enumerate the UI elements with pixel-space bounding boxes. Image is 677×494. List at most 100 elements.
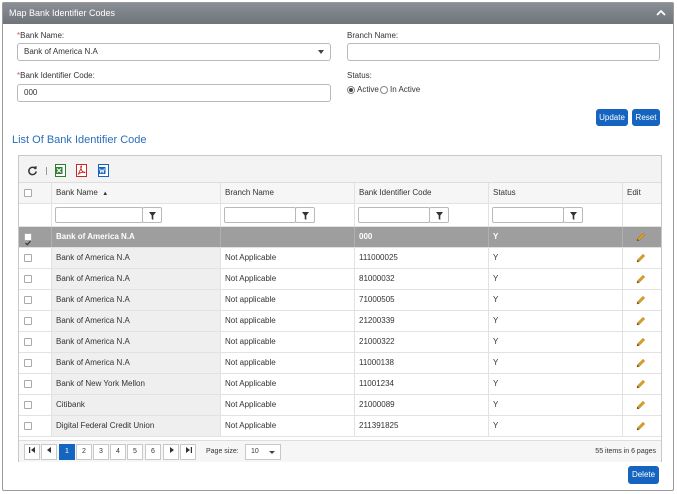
page-button-2[interactable]: 2: [76, 444, 92, 460]
page-button-4[interactable]: 4: [110, 444, 126, 460]
sort-asc-icon: ▲: [102, 191, 109, 197]
table-row[interactable]: Digital Federal Credit Union Not Applicab…: [19, 416, 661, 437]
reset-button[interactable]: Reset: [632, 109, 660, 126]
row-checkbox[interactable]: [24, 422, 32, 430]
cell-bic: 71000505: [355, 290, 489, 310]
table-row[interactable]: Citibank Not Applicable 21000089 Y: [19, 395, 661, 416]
cell-bank-name: Citibank: [52, 395, 221, 415]
grid-filter-row: [19, 204, 661, 227]
chevron-down-icon: [269, 451, 275, 454]
table-row[interactable]: Bank of America N.A Not applicable 1100013…: [19, 353, 661, 374]
refresh-icon[interactable]: [27, 164, 38, 177]
table-row[interactable]: Bank of America N.A Not applicable 2120033…: [19, 311, 661, 332]
page-button-5[interactable]: 5: [127, 444, 143, 460]
table-row[interactable]: Bank of America N.A Not applicable 2100032…: [19, 332, 661, 353]
edit-pencil-icon: [636, 379, 646, 389]
filter-bic-button[interactable]: [429, 207, 449, 223]
row-checkbox[interactable]: [24, 317, 32, 325]
cell-bank-name: Bank of America N.A: [52, 311, 221, 331]
table-row[interactable]: Bank of America N.A Not Applicable 8100003…: [19, 269, 661, 290]
filter-branch-input[interactable]: [224, 207, 296, 223]
filter-branch-button[interactable]: [295, 207, 315, 223]
filter-status-input[interactable]: [492, 207, 564, 223]
row-select-cell: [19, 395, 52, 415]
filter-cell-bic: [355, 204, 489, 226]
filter-status-button[interactable]: [563, 207, 583, 223]
page-size-value: 10: [251, 448, 259, 455]
update-button[interactable]: Update: [596, 109, 628, 126]
edit-pencil-icon: [636, 253, 646, 263]
cell-bic: 81000032: [355, 269, 489, 289]
cell-bic: 000: [355, 227, 489, 247]
select-all-checkbox[interactable]: [24, 189, 32, 197]
excel-export-icon[interactable]: [55, 164, 66, 177]
cell-edit[interactable]: [623, 353, 661, 373]
row-checkbox[interactable]: [24, 275, 32, 283]
row-select-cell: [19, 227, 52, 247]
grid-header-row: Bank Name ▲ Branch Name Bank Identifier …: [19, 183, 661, 204]
bank-name-value: Bank of America N.A: [24, 47, 98, 56]
column-header-bank-name[interactable]: Bank Name ▲: [52, 183, 221, 203]
table-row[interactable]: Bank of New York Mellon Not Applicable 110…: [19, 374, 661, 395]
cell-edit[interactable]: [623, 374, 661, 394]
table-row[interactable]: Bank of America N.A 000 Y: [19, 227, 661, 248]
row-select-cell: [19, 416, 52, 436]
status-label: Status:: [347, 71, 372, 80]
cell-branch-name: Not Applicable: [221, 248, 355, 268]
filter-bank-button[interactable]: [142, 207, 162, 223]
edit-pencil-icon: [636, 316, 646, 326]
cell-edit[interactable]: [623, 290, 661, 310]
cell-edit[interactable]: [623, 311, 661, 331]
column-header-bic[interactable]: Bank Identifier Code: [355, 183, 489, 203]
row-checkbox[interactable]: [24, 296, 32, 304]
column-header-branch-name[interactable]: Branch Name: [221, 183, 355, 203]
page-button-3[interactable]: 3: [93, 444, 109, 460]
cell-edit[interactable]: [623, 416, 661, 436]
page-button-1[interactable]: 1: [59, 444, 75, 460]
toolbar-divider: [46, 167, 47, 175]
status-inactive-radio[interactable]: [380, 86, 388, 94]
cell-bic: 211391825: [355, 416, 489, 436]
filter-bic-input[interactable]: [358, 207, 430, 223]
pdf-export-icon[interactable]: [76, 164, 87, 177]
row-checkbox[interactable]: [24, 338, 32, 346]
cell-branch-name: Not Applicable: [221, 374, 355, 394]
list-title: List Of Bank Identifier Code: [12, 134, 147, 146]
delete-button[interactable]: Delete: [628, 466, 659, 484]
branch-name-input[interactable]: [347, 43, 660, 61]
page-size-select[interactable]: 10: [245, 444, 281, 460]
column-header-status[interactable]: Status: [489, 183, 623, 203]
cell-bic: 21000322: [355, 332, 489, 352]
table-row[interactable]: Bank of America N.A Not applicable 7100050…: [19, 290, 661, 311]
filter-bank-input[interactable]: [55, 207, 143, 223]
prev-page-button[interactable]: [41, 444, 57, 460]
checkmark-icon: [25, 240, 31, 246]
cell-branch-name: [221, 227, 355, 247]
cell-edit[interactable]: [623, 332, 661, 352]
row-checkbox[interactable]: [24, 254, 32, 262]
last-page-button[interactable]: [180, 444, 196, 460]
word-export-icon[interactable]: [98, 164, 109, 177]
cell-branch-name: Not applicable: [221, 290, 355, 310]
next-page-button[interactable]: [163, 444, 179, 460]
column-header-edit: Edit: [623, 183, 661, 203]
cell-edit[interactable]: [623, 395, 661, 415]
row-checkbox[interactable]: [24, 233, 32, 246]
bic-input[interactable]: 000: [17, 84, 331, 102]
row-checkbox[interactable]: [24, 359, 32, 367]
chevron-up-icon[interactable]: [655, 7, 667, 19]
bank-name-select[interactable]: Bank of America N.A: [17, 43, 331, 61]
filter-cell-bank: [52, 204, 221, 226]
page-button-6[interactable]: 6: [145, 444, 161, 460]
cell-branch-name: Not Applicable: [221, 269, 355, 289]
table-row[interactable]: Bank of America N.A Not Applicable 1110000…: [19, 248, 661, 269]
cell-edit[interactable]: [623, 248, 661, 268]
first-page-button[interactable]: [24, 444, 40, 460]
grid-pager: 1 2 3 4 5 6 Page size: 10 55 items in 6 …: [19, 440, 661, 462]
row-checkbox[interactable]: [24, 401, 32, 409]
status-active-radio[interactable]: [347, 86, 355, 94]
cell-edit[interactable]: [623, 227, 661, 247]
cell-edit[interactable]: [623, 269, 661, 289]
row-checkbox[interactable]: [24, 380, 32, 388]
cell-bic: 11000138: [355, 353, 489, 373]
